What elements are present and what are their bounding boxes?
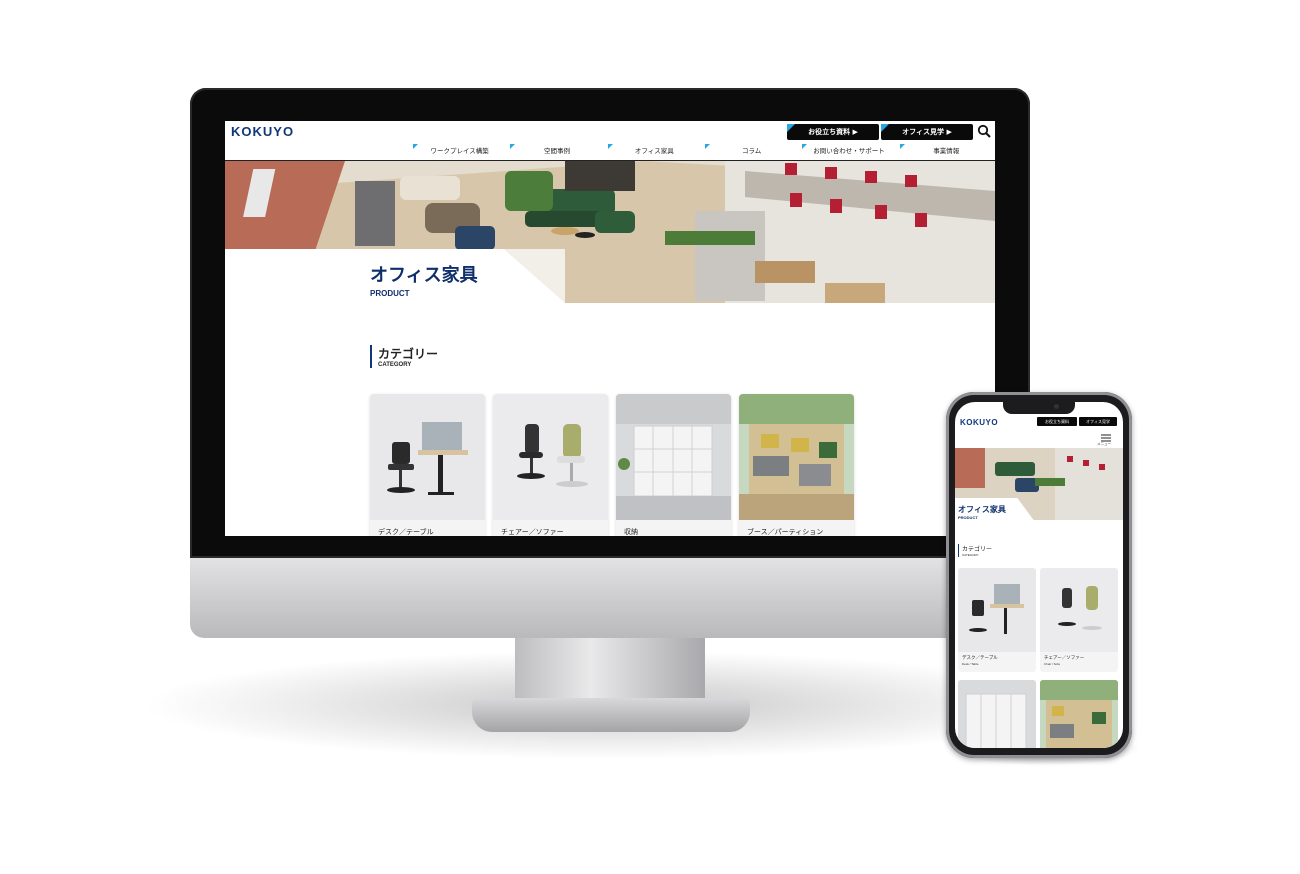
nav-item-cases[interactable]: 空間事例 — [508, 144, 605, 158]
office-tour-label: オフィス見学 ▶ — [902, 128, 952, 136]
nav-tick-icon — [510, 144, 516, 149]
nav-item-column[interactable]: コラム — [703, 144, 800, 158]
monitor-stand-base — [472, 698, 750, 732]
accent-corner-icon — [787, 124, 795, 132]
nav-tick-icon — [802, 144, 808, 149]
category-label: チェアー／ソファー — [1044, 656, 1085, 661]
category-card-booth[interactable] — [1040, 680, 1118, 748]
nav-label: ワークプレイス構築 — [430, 147, 489, 155]
page-subtitle-mobile: PRODUCT — [958, 515, 978, 520]
category-heading: カテゴリー CATEGORY — [370, 345, 438, 368]
chair-image — [493, 394, 608, 520]
nav-tick-icon — [413, 144, 418, 149]
useful-documents-label: お役立ち資料 ▶ — [808, 128, 858, 136]
nav-label: コラム — [741, 147, 762, 155]
nav-label: オフィス家具 — [634, 147, 674, 155]
category-card-chair[interactable]: チェアー／ソファー — [493, 394, 608, 536]
nav-label: 事業情報 — [933, 147, 960, 155]
kokuyo-logo-mobile[interactable]: KOKUYO — [960, 418, 998, 427]
menu-label: メニュー — [1097, 442, 1111, 446]
category-label: チェアー／ソファー — [501, 528, 564, 536]
booth-image — [1040, 680, 1118, 748]
page-title-mobile: オフィス家具 — [958, 505, 1006, 514]
category-heading-mobile: カテゴリー CATEGORY — [958, 544, 992, 557]
site-header: KOKUYO お役立ち資料 ▶ オフィス見学 ▶ ワークプレイス構築 空間事例 … — [225, 121, 995, 161]
global-nav: ワークプレイス構築 空間事例 オフィス家具 コラム お問い合わせ・サポート 事業… — [411, 144, 995, 158]
category-label: デスク／テーブル — [378, 528, 434, 536]
category-label: デスク／テーブル — [962, 656, 998, 661]
accent-corner-icon — [881, 124, 889, 132]
office-tour-button[interactable]: オフィス見学 ▶ — [881, 124, 973, 140]
category-title: カテゴリー — [378, 347, 439, 361]
category-subtitle: CATEGORY — [962, 553, 979, 557]
category-card-desk[interactable]: デスク／テーブル — [370, 394, 485, 536]
phone-screen: KOKUYO お役立ち資料 オフィス見学 メニュー オフィス家具 PRODUCT… — [955, 402, 1123, 748]
monitor-stand-neck — [515, 638, 705, 700]
nav-tick-icon — [607, 144, 613, 149]
nav-item-workplace[interactable]: ワークプレイス構築 — [411, 144, 508, 158]
nav-item-business[interactable]: 事業情報 — [898, 144, 995, 158]
search-icon[interactable] — [977, 124, 991, 138]
category-card-storage[interactable] — [958, 680, 1036, 748]
category-label: 収納 — [624, 528, 638, 536]
phone-notch — [1003, 400, 1075, 414]
nav-label: 空間事例 — [543, 147, 570, 155]
hero-image — [225, 161, 995, 303]
monitor-chin — [190, 558, 1030, 638]
useful-documents-button-mobile[interactable]: お役立ち資料 — [1037, 417, 1077, 426]
nav-tick-icon — [704, 144, 710, 149]
category-sublabel: Desk / Table — [962, 662, 979, 666]
device-mockup-stage: KOKUYO お役立ち資料 ▶ オフィス見学 ▶ ワークプレイス構築 空間事例 … — [0, 0, 1300, 874]
nav-label: お問い合わせ・サポート — [813, 147, 885, 155]
desk-image — [370, 394, 485, 520]
category-cards: デスク／テーブル チェアー／ソファー 収納 ブース／パーティション — [370, 394, 854, 536]
category-cards-mobile: デスク／テーブル Desk / Table チェアー／ソファー Chair / … — [958, 568, 1120, 748]
desktop-screen: KOKUYO お役立ち資料 ▶ オフィス見学 ▶ ワークプレイス構築 空間事例 … — [225, 121, 995, 536]
category-card-booth[interactable]: ブース／パーティション — [739, 394, 854, 536]
desk-image — [958, 568, 1036, 652]
category-sublabel: Chair / Sofa — [1044, 662, 1060, 666]
office-tour-button-mobile[interactable]: オフィス見学 — [1079, 417, 1117, 426]
nav-item-support[interactable]: お問い合わせ・サポート — [800, 144, 897, 158]
nav-tick-icon — [899, 144, 905, 149]
camera-icon — [1054, 404, 1059, 409]
booth-image — [739, 394, 854, 520]
storage-image — [616, 394, 731, 520]
nav-item-furniture[interactable]: オフィス家具 — [606, 144, 703, 158]
category-title: カテゴリー — [962, 546, 993, 553]
chair-image — [1040, 568, 1118, 652]
category-card-storage[interactable]: 収納 — [616, 394, 731, 536]
category-subtitle: CATEGORY — [378, 362, 412, 368]
category-card-chair[interactable]: チェアー／ソファー Chair / Sofa — [1040, 568, 1118, 672]
category-card-desk[interactable]: デスク／テーブル Desk / Table — [958, 568, 1036, 672]
page-subtitle: PRODUCT — [370, 289, 410, 298]
page-title: オフィス家具 — [370, 265, 478, 286]
storage-image — [958, 680, 1036, 748]
kokuyo-logo[interactable]: KOKUYO — [231, 124, 294, 139]
category-label: ブース／パーティション — [747, 528, 824, 536]
useful-documents-button[interactable]: お役立ち資料 ▶ — [787, 124, 879, 140]
